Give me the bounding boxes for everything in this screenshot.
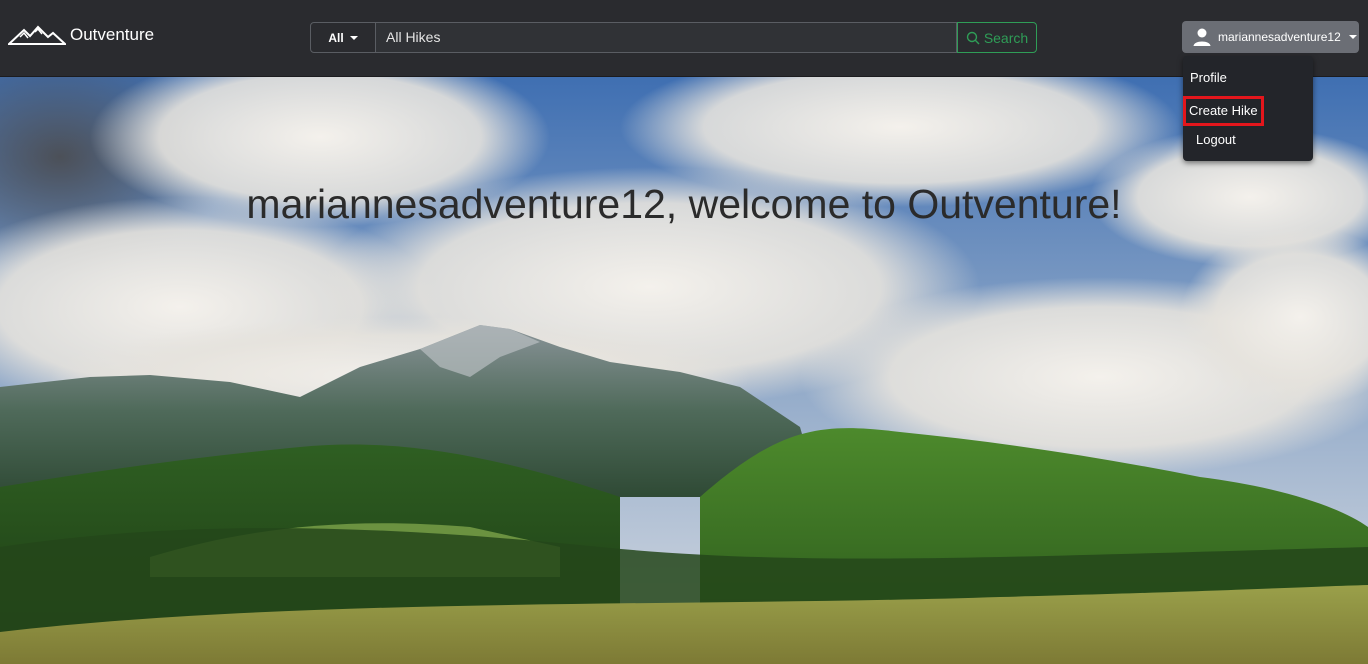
welcome-heading: mariannesadventure12, welcome to Outvent… [246,181,1122,227]
search-input[interactable]: All Hikes [376,22,957,53]
username-label: mariannesadventure12 [1218,30,1341,44]
hero-banner: mariannesadventure12, welcome to Outvent… [0,77,1368,664]
brand-link[interactable]: Outventure [8,24,154,46]
mountain-landscape-image [0,77,1368,664]
search-category-label: All [328,30,344,45]
search-category-dropdown[interactable]: All [310,22,376,53]
menu-item-create-hike[interactable]: Create Hike [1183,96,1264,126]
caret-down-icon [1348,35,1357,39]
search-button-label: Search [983,29,1029,46]
mountain-logo-icon [8,25,66,45]
top-navbar: Outventure All All Hikes Search marianne… [0,0,1368,77]
user-dropdown-menu: Profile Create Hike Logout [1183,56,1313,161]
user-menu-button[interactable]: mariannesadventure12 [1182,21,1359,53]
search-bar: All All Hikes Search [310,22,1037,53]
menu-item-profile[interactable]: Profile [1190,66,1227,90]
caret-down-icon [349,35,358,40]
search-button[interactable]: Search [957,22,1037,53]
user-icon [1193,28,1211,46]
menu-item-logout[interactable]: Logout [1196,128,1236,152]
brand-name: Outventure [70,25,155,44]
search-icon [966,31,980,44]
